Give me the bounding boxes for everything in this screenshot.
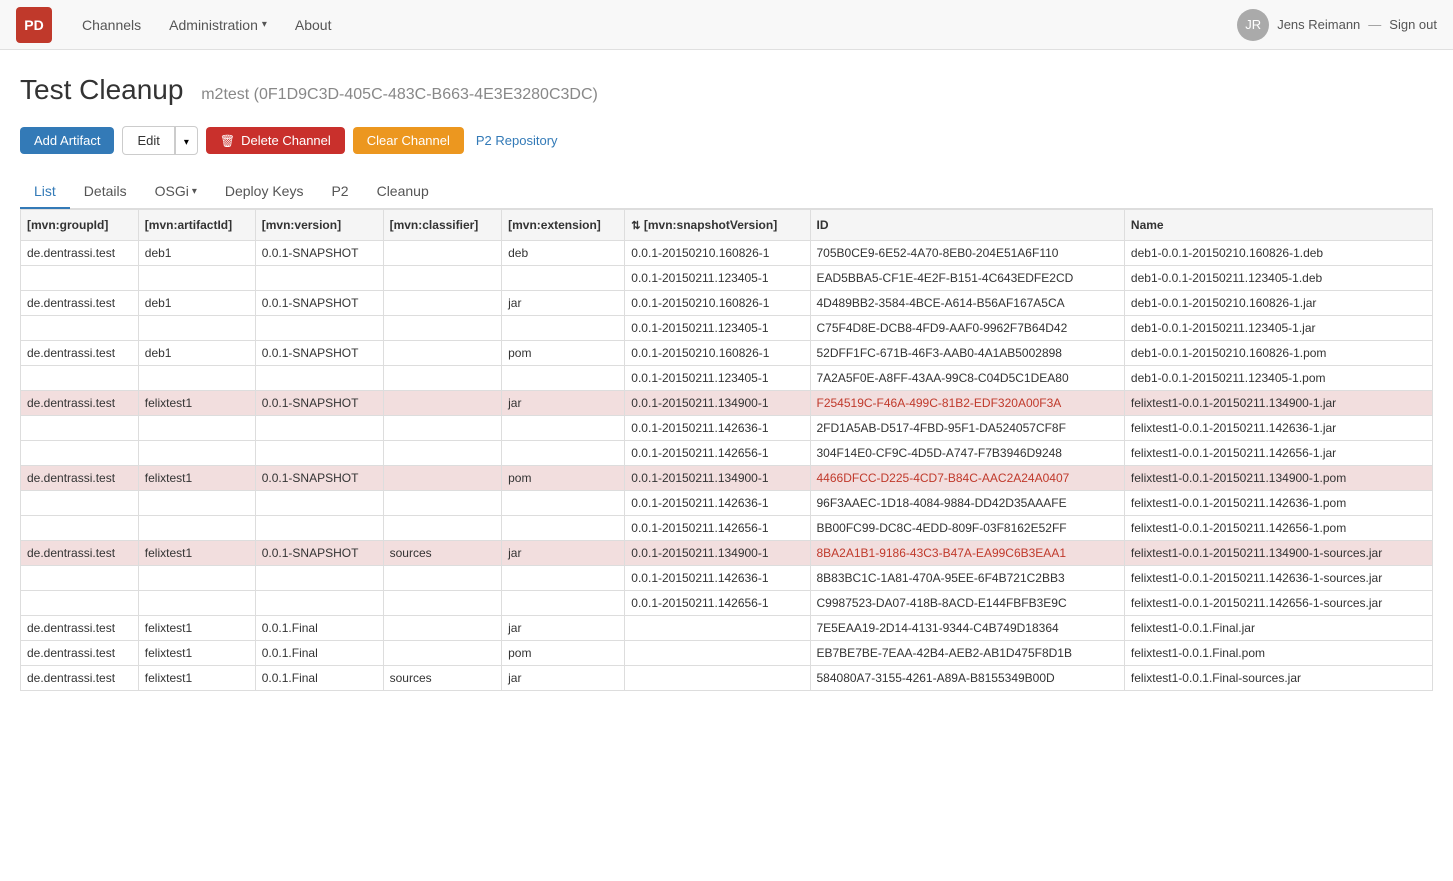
page-subtitle: m2test (0F1D9C3D-405C-483C-B663-4E3E3280… (201, 86, 598, 103)
tab-details[interactable]: Details (70, 175, 141, 209)
table-row: de.dentrassi.testfelixtest10.0.1.Finalja… (21, 616, 1433, 641)
navbar-right: JR Jens Reimann — Sign out (1237, 9, 1437, 41)
col-header-classifier: [mvn:classifier] (383, 210, 502, 241)
edit-button[interactable]: Edit (122, 126, 174, 155)
sign-out-link[interactable]: Sign out (1389, 17, 1437, 32)
table-row: de.dentrassi.testfelixtest10.0.1.Finalso… (21, 666, 1433, 691)
navbar: PD Channels Administration ▾ About JR Je… (0, 0, 1453, 50)
col-header-id: ID (810, 210, 1124, 241)
col-header-groupid: [mvn:groupId] (21, 210, 139, 241)
tab-p2[interactable]: P2 (317, 175, 362, 209)
edit-button-group: Edit ▾ (122, 126, 197, 155)
table-row: 0.0.1-20150211.142636-18B83BC1C-1A81-470… (21, 566, 1433, 591)
table-row: de.dentrassi.testdeb10.0.1-SNAPSHOTdeb0.… (21, 241, 1433, 266)
edit-dropdown-button[interactable]: ▾ (175, 126, 198, 155)
delete-channel-button[interactable]: 🗑 Delete Channel (206, 127, 345, 154)
page-title: Test Cleanup m2test (0F1D9C3D-405C-483C-… (20, 74, 1433, 106)
table-row: 0.0.1-20150211.123405-1C75F4D8E-DCB8-4FD… (21, 316, 1433, 341)
tab-list[interactable]: List (20, 175, 70, 209)
table-row: de.dentrassi.testfelixtest10.0.1.Finalpo… (21, 641, 1433, 666)
clear-channel-button[interactable]: Clear Channel (353, 127, 464, 154)
nav-administration[interactable]: Administration ▾ (159, 3, 277, 47)
admin-caret-icon: ▾ (262, 19, 267, 30)
artifacts-table-container: [mvn:groupId] [mvn:artifactId] [mvn:vers… (20, 209, 1433, 691)
table-row: 0.0.1-20150211.142636-196F3AAEC-1D18-408… (21, 491, 1433, 516)
edit-caret-icon: ▾ (184, 137, 189, 148)
osgi-caret-icon: ▾ (192, 186, 197, 197)
tabs: List Details OSGi ▾ Deploy Keys P2 Clean… (20, 175, 1433, 209)
sort-icon: ⇅ (631, 220, 640, 232)
table-row: de.dentrassi.testfelixtest10.0.1-SNAPSHO… (21, 541, 1433, 566)
table-body: de.dentrassi.testdeb10.0.1-SNAPSHOTdeb0.… (21, 241, 1433, 691)
col-header-artifactid: [mvn:artifactId] (138, 210, 255, 241)
table-row: 0.0.1-20150211.142656-1304F14E0-CF9C-4D5… (21, 441, 1433, 466)
tab-deploy-keys[interactable]: Deploy Keys (211, 175, 318, 209)
action-bar: Add Artifact Edit ▾ 🗑 Delete Channel Cle… (20, 126, 1433, 155)
table-row: 0.0.1-20150211.142636-12FD1A5AB-D517-4FB… (21, 416, 1433, 441)
table-row: 0.0.1-20150211.142656-1C9987523-DA07-418… (21, 591, 1433, 616)
artifacts-table: [mvn:groupId] [mvn:artifactId] [mvn:vers… (20, 209, 1433, 691)
avatar: JR (1237, 9, 1269, 41)
tab-cleanup[interactable]: Cleanup (363, 175, 443, 209)
app-logo: PD (16, 7, 52, 43)
nav-channels[interactable]: Channels (72, 3, 151, 47)
tab-osgi[interactable]: OSGi ▾ (141, 175, 211, 209)
col-header-version: [mvn:version] (255, 210, 383, 241)
nav-about[interactable]: About (285, 3, 342, 47)
navbar-items: Channels Administration ▾ About (72, 3, 1237, 47)
table-row: 0.0.1-20150211.142656-1BB00FC99-DC8C-4ED… (21, 516, 1433, 541)
table-header-row: [mvn:groupId] [mvn:artifactId] [mvn:vers… (21, 210, 1433, 241)
table-row: de.dentrassi.testfelixtest10.0.1-SNAPSHO… (21, 466, 1433, 491)
table-row: de.dentrassi.testfelixtest10.0.1-SNAPSHO… (21, 391, 1433, 416)
col-header-extension: [mvn:extension] (502, 210, 625, 241)
p2-repository-button[interactable]: P2 Repository (472, 127, 562, 154)
table-row: 0.0.1-20150211.123405-1EAD5BBA5-CF1E-4E2… (21, 266, 1433, 291)
col-header-name: Name (1124, 210, 1432, 241)
col-header-snapshotversion[interactable]: ⇅ [mvn:snapshotVersion] (625, 210, 810, 241)
table-row: de.dentrassi.testdeb10.0.1-SNAPSHOTjar0.… (21, 291, 1433, 316)
user-name: Jens Reimann (1277, 17, 1360, 32)
add-artifact-button[interactable]: Add Artifact (20, 127, 114, 154)
page-content: Test Cleanup m2test (0F1D9C3D-405C-483C-… (0, 50, 1453, 715)
trash-icon: 🗑 (220, 134, 235, 148)
table-row: 0.0.1-20150211.123405-17A2A5F0E-A8FF-43A… (21, 366, 1433, 391)
table-row: de.dentrassi.testdeb10.0.1-SNAPSHOTpom0.… (21, 341, 1433, 366)
